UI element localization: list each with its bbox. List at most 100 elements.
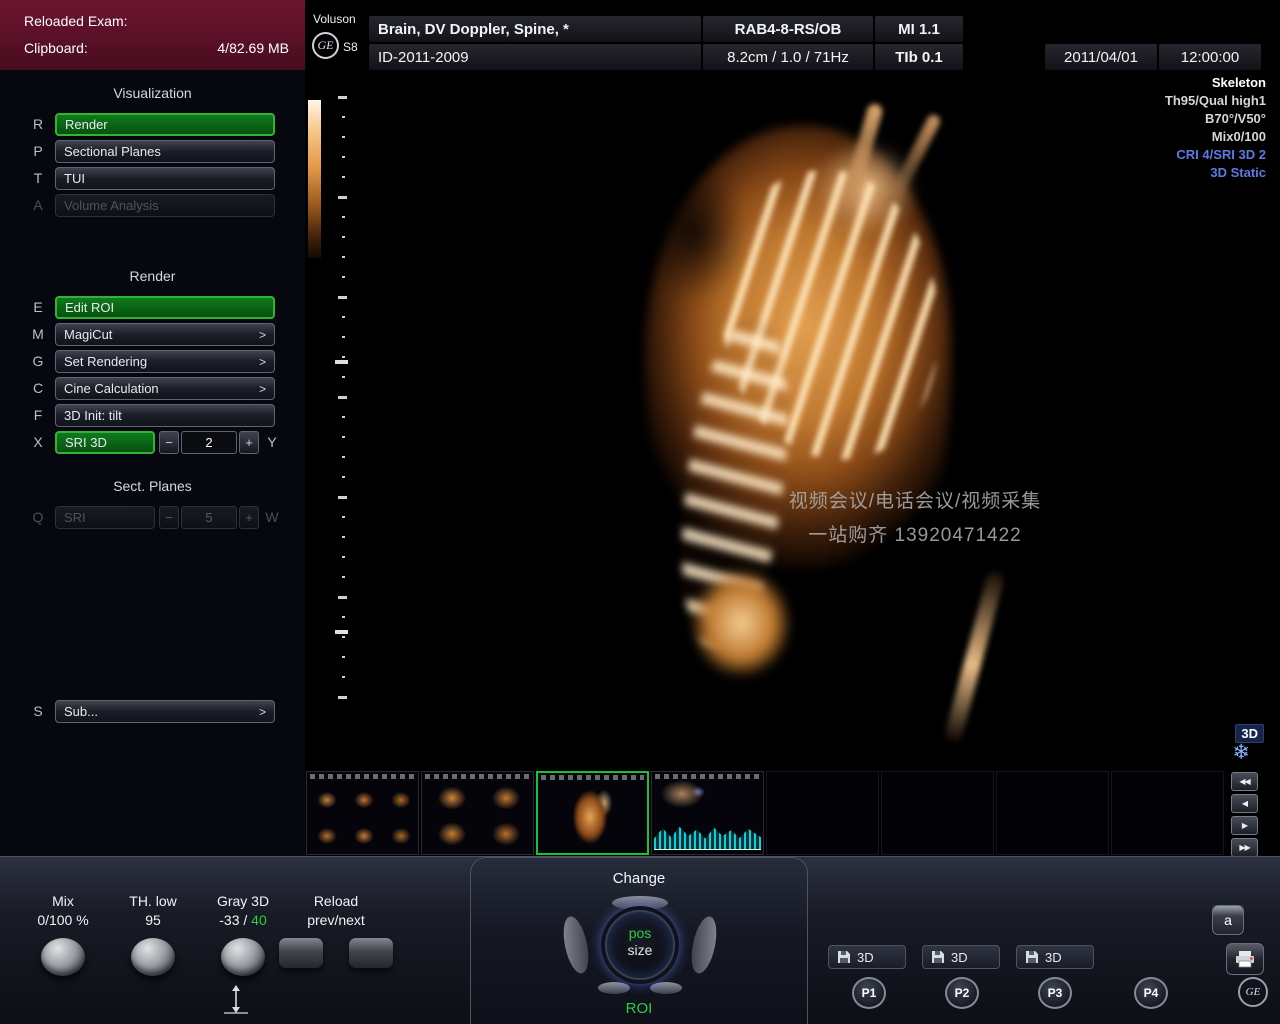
p3-button[interactable]: P3 — [1038, 977, 1072, 1009]
acquisition-params: 8.2cm / 1.0 / 71Hz — [703, 44, 873, 70]
row-set-rendering: G Set Rendering > — [0, 349, 305, 374]
sect-sri-value-display: 5 — [181, 506, 237, 529]
trackball-left-key[interactable] — [559, 914, 593, 976]
reload-next-key[interactable] — [349, 938, 393, 968]
hardkey-p-label: P — [33, 143, 43, 159]
print-button[interactable] — [1226, 943, 1264, 975]
save-3d-button-3[interactable]: 3D — [1016, 945, 1094, 969]
sect-planes-section-title: Sect. Planes — [113, 478, 192, 494]
tib-value: TIb 0.1 — [875, 44, 963, 70]
overlay-mode-name: Skeleton — [1211, 75, 1266, 90]
render-mode-button[interactable]: Render — [55, 113, 275, 136]
thumbnail-2[interactable] — [421, 771, 534, 855]
th-low-control-group: TH. low 95 — [108, 893, 198, 976]
sect-sri-decrease-button: − — [159, 506, 179, 529]
row-cine-calculation: C Cine Calculation > — [0, 376, 305, 401]
thumbnail-empty-slot — [996, 771, 1109, 855]
sectional-planes-button[interactable]: Sectional Planes — [55, 140, 275, 163]
mix-label: Mix — [52, 893, 74, 909]
save-3d-button-2[interactable]: 3D — [922, 945, 1000, 969]
roi-label: ROI — [625, 1000, 653, 1017]
sri-value-display: 2 — [181, 431, 237, 454]
trackball-console: Change pos size ROI — [470, 857, 808, 1024]
mix-value: 0/100 % — [37, 912, 89, 928]
system-name: Voluson — [313, 12, 356, 26]
thumbnail-3-selected[interactable] — [536, 771, 649, 855]
p2-button[interactable]: P2 — [945, 977, 979, 1009]
trackball-right-key[interactable] — [687, 914, 721, 976]
overlay-3d-static: 3D Static — [1210, 165, 1266, 180]
exam-time: 12:00:00 — [1159, 44, 1261, 70]
ultrasound-display-area: Skeleton Th95/Qual high1 B70°/V50° Mix0/… — [305, 72, 1280, 768]
p1-button[interactable]: P1 — [852, 977, 886, 1009]
thumbnail-1[interactable] — [306, 771, 419, 855]
save-3d-button-1[interactable]: 3D — [828, 945, 906, 969]
chevron-right-icon: > — [258, 327, 266, 342]
clipboard-next-button[interactable]: ▶ — [1231, 816, 1258, 835]
sub-menu-button[interactable]: Sub... > — [55, 700, 275, 723]
mi-value: MI 1.1 — [875, 16, 963, 42]
th-low-value: 95 — [145, 912, 161, 928]
3d-init-tilt-button[interactable]: 3D Init: tilt — [55, 404, 275, 427]
clipboard-first-page-button[interactable]: ◀◀ — [1231, 772, 1258, 791]
clipboard-thumbnail-strip: ◀◀ ◀ ▶ ▶▶ — [305, 770, 1280, 857]
sect-sri-increase-button: + — [239, 506, 259, 529]
freeze-snowflake-icon: ❄ — [1232, 741, 1250, 764]
patient-id: ID-2011-2009 — [369, 44, 701, 70]
left-control-sidebar: Reloaded Exam: Clipboard: 4/82.69 MB Vis… — [0, 0, 305, 856]
reload-prev-key[interactable] — [279, 938, 323, 968]
hardkey-x-label: X — [33, 434, 43, 450]
magicut-button[interactable]: MagiCut > — [55, 323, 275, 346]
overlay-quality: Th95/Qual high1 — [1164, 93, 1266, 108]
hardkey-s-label: S — [33, 703, 43, 719]
ge-badge-icon: GE — [1238, 977, 1268, 1007]
reload-value: prev/next — [307, 912, 365, 928]
focal-zone-marker — [335, 630, 348, 634]
sri-increase-button[interactable]: + — [239, 431, 259, 454]
set-rendering-button[interactable]: Set Rendering > — [55, 350, 275, 373]
clipboard-prev-button[interactable]: ◀ — [1231, 794, 1258, 813]
watermark-text: 视频会议/电话会议/视频采集 一站购齐 13920471422 — [788, 491, 1042, 546]
trackball-top-key[interactable] — [612, 896, 668, 910]
sri-decrease-button[interactable]: − — [159, 431, 179, 454]
hardkey-c-label: C — [32, 380, 44, 396]
trackball-pos-size-toggle[interactable]: pos size — [605, 910, 675, 980]
fetal-limb-streak — [943, 569, 1006, 744]
trackball-size-label: size — [627, 942, 653, 958]
reload-control-group: Reload prev/next — [258, 893, 414, 971]
hardkey-a-label: A — [33, 197, 43, 213]
row-sectional-planes: P Sectional Planes — [0, 139, 305, 164]
edit-roi-button[interactable]: Edit ROI — [55, 296, 275, 319]
mix-knob[interactable] — [41, 938, 85, 976]
trackball-bottom-right-key[interactable] — [650, 982, 682, 994]
preset-name: Brain, DV Doppler, Spine, * — [369, 16, 701, 42]
save-disk-icon — [1026, 951, 1038, 963]
thumbnail-4[interactable] — [651, 771, 764, 855]
system-model: S8 — [343, 40, 358, 54]
clipboard-last-page-button[interactable]: ▶▶ — [1231, 838, 1258, 857]
doppler-baseline — [654, 849, 761, 850]
row-volume-analysis: A Volume Analysis — [0, 193, 305, 218]
a-key-button[interactable]: a — [1212, 905, 1244, 935]
exam-header-bar: Voluson GE S8 Brain, DV Doppler, Spine, … — [305, 0, 1280, 72]
row-render: R Render — [0, 112, 305, 137]
tui-button[interactable]: TUI — [55, 167, 275, 190]
save-disk-icon — [838, 951, 850, 963]
th-low-knob[interactable] — [131, 938, 175, 976]
p4-button[interactable]: P4 — [1134, 977, 1168, 1009]
thumbnail-image — [307, 772, 418, 854]
hardkey-e-label: E — [33, 299, 43, 315]
thumbnail-empty-slot — [881, 771, 994, 855]
sri-3d-button[interactable]: SRI 3D — [55, 431, 155, 454]
clipboard-label: Clipboard: — [24, 40, 88, 56]
fetal-pelvis-highlight — [681, 558, 801, 688]
trackball-bottom-left-key[interactable] — [598, 982, 630, 994]
hardkey-g-label: G — [32, 353, 44, 369]
overlay-angles: B70°/V50° — [1205, 111, 1266, 126]
visualization-section-title: Visualization — [113, 85, 192, 101]
volume-analysis-button: Volume Analysis — [55, 194, 275, 217]
cine-calculation-button[interactable]: Cine Calculation > — [55, 377, 275, 400]
depth-ruler-minor-ticks — [342, 96, 345, 708]
thumbnail-image — [538, 773, 647, 853]
printer-icon — [1236, 951, 1254, 968]
